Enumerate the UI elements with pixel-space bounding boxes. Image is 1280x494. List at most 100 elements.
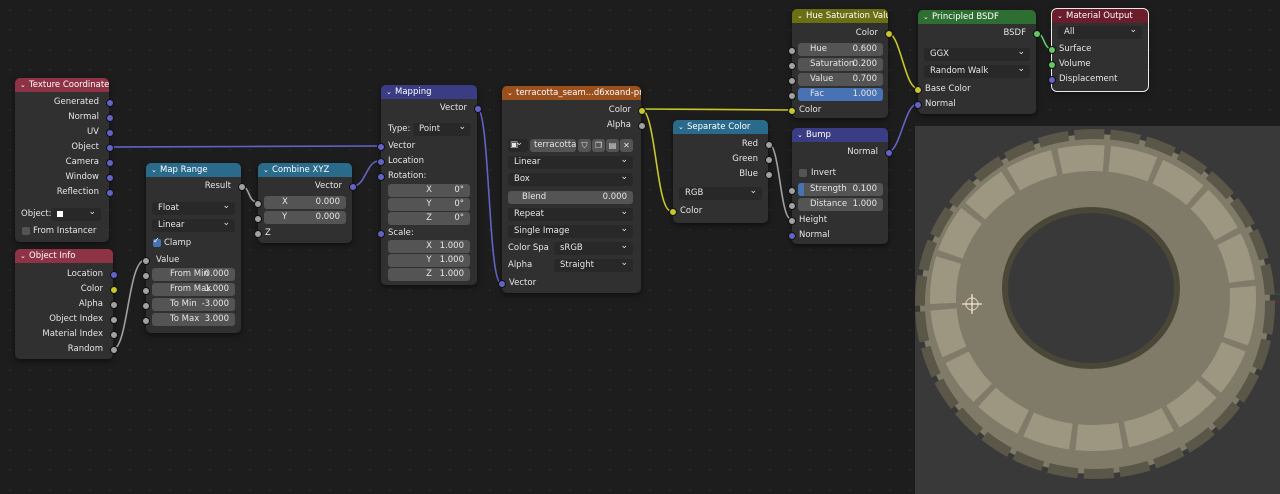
- collapse-chevron-icon[interactable]: ⌄: [20, 249, 29, 263]
- socket-scale[interactable]: [377, 230, 385, 238]
- scale-x-field[interactable]: X 1.000: [388, 240, 470, 253]
- socket-location[interactable]: [377, 158, 385, 166]
- mapping-node[interactable]: ⌄Mapping Vector Type: Point Vector Locat…: [377, 85, 482, 285]
- socket-window[interactable]: [106, 174, 114, 182]
- separate-color-node[interactable]: ⌄Separate Color Red Green Blue RGB Color: [669, 120, 773, 223]
- socket-from-max[interactable]: [142, 287, 150, 295]
- rotation-x-field[interactable]: X 0°: [388, 184, 470, 197]
- clamp-checkbox[interactable]: [153, 236, 161, 247]
- socket-vector-in[interactable]: [377, 143, 385, 151]
- socket-color-in[interactable]: [669, 208, 677, 216]
- from-instancer-checkbox[interactable]: [22, 227, 30, 235]
- texture-coordinate-header[interactable]: ⌄ Texture Coordinate: [15, 78, 109, 92]
- projection-dropdown[interactable]: Box: [508, 173, 633, 186]
- object-info-node[interactable]: ⌄ Object Info Location Color Alpha Object…: [15, 249, 118, 359]
- socket-result[interactable]: [238, 183, 246, 191]
- to-min-field[interactable]: To Min -3.000: [152, 298, 235, 311]
- socket-material-index[interactable]: [110, 331, 118, 339]
- socket-to-max[interactable]: [142, 317, 150, 325]
- subsurface-method-dropdown[interactable]: Random Walk: [924, 65, 1030, 78]
- saturation-field[interactable]: Saturation 0.200: [798, 58, 883, 71]
- socket-object[interactable]: [106, 144, 114, 152]
- socket-hue[interactable]: [788, 47, 796, 55]
- socket-normal-in[interactable]: [788, 232, 796, 240]
- combine-xyz-node[interactable]: ⌄ Combine XYZ Vector X 0.000 Y 0.000 Z: [254, 163, 357, 243]
- fake-user-shield-icon[interactable]: ⛉: [578, 139, 591, 152]
- socket-base-color[interactable]: [914, 86, 922, 94]
- color-space-dropdown[interactable]: sRGB: [554, 242, 633, 255]
- socket-z[interactable]: [254, 230, 262, 238]
- scale-y-field[interactable]: Y 1.000: [388, 254, 470, 267]
- map-range-header[interactable]: ⌄ Map Range: [146, 163, 241, 177]
- socket-bsdf-out[interactable]: [1033, 30, 1041, 38]
- y-field[interactable]: Y 0.000: [264, 211, 346, 224]
- image-texture-header[interactable]: ⌄terracotta_seam...d6xoand-pre.jp: [502, 86, 641, 100]
- socket-alpha-out[interactable]: [638, 122, 646, 130]
- socket-object-index[interactable]: [110, 316, 118, 324]
- data-type-dropdown[interactable]: Float: [152, 202, 235, 215]
- socket-uv[interactable]: [106, 129, 114, 137]
- socket-distance[interactable]: [788, 202, 796, 210]
- socket-color-out[interactable]: [885, 30, 893, 38]
- socket-alpha[interactable]: [110, 301, 118, 309]
- x-field[interactable]: X 0.000: [264, 196, 346, 209]
- close-icon[interactable]: ✕: [620, 139, 633, 152]
- collapse-chevron-icon[interactable]: ⌄: [797, 128, 806, 142]
- collapse-chevron-icon[interactable]: ⌄: [678, 120, 687, 134]
- rotation-y-field[interactable]: Y 0°: [388, 198, 470, 211]
- collapse-chevron-icon[interactable]: ⌄: [20, 78, 29, 92]
- target-dropdown[interactable]: All: [1058, 26, 1142, 39]
- socket-normal-out[interactable]: [885, 149, 893, 157]
- image-browse-dropdown[interactable]: ▣: [508, 139, 528, 152]
- collapse-chevron-icon[interactable]: ⌄: [151, 163, 160, 177]
- viewport-preview[interactable]: [915, 126, 1280, 494]
- separate-color-header[interactable]: ⌄ Separate Color: [673, 120, 768, 134]
- socket-green[interactable]: [765, 156, 773, 164]
- socket-vector-out[interactable]: [349, 183, 357, 191]
- socket-normal[interactable]: [106, 114, 114, 122]
- bump-header[interactable]: ⌄ Bump: [792, 128, 888, 142]
- object-picker[interactable]: [51, 208, 101, 221]
- socket-y[interactable]: [254, 215, 262, 223]
- value-field[interactable]: Value 0.700: [798, 73, 883, 86]
- source-dropdown[interactable]: Single Image: [508, 225, 633, 238]
- combine-xyz-header[interactable]: ⌄ Combine XYZ: [258, 163, 352, 177]
- distance-field[interactable]: Distance 1.000: [798, 198, 883, 211]
- socket-value[interactable]: [142, 257, 150, 265]
- socket-volume[interactable]: [1048, 61, 1056, 69]
- collapse-chevron-icon[interactable]: ⌄: [1057, 9, 1066, 23]
- to-max-field[interactable]: To Max 3.000: [152, 313, 235, 326]
- map-range-node[interactable]: ⌄Map Range Result Float Linear Clamp Val…: [142, 163, 246, 333]
- socket-vector-out[interactable]: [474, 105, 482, 113]
- socket-height[interactable]: [788, 217, 796, 225]
- socket-blue[interactable]: [765, 171, 773, 179]
- socket-from-min[interactable]: [142, 272, 150, 280]
- extension-dropdown[interactable]: Repeat: [508, 208, 633, 221]
- socket-fac[interactable]: [788, 92, 796, 100]
- socket-strength[interactable]: [788, 187, 796, 195]
- folder-icon[interactable]: ▤: [606, 139, 619, 152]
- duplicate-icon[interactable]: ❐: [592, 139, 605, 152]
- hue-saturation-node[interactable]: ⌄ Hue Saturation Value Color Hue 0.600 Sat…: [788, 9, 893, 118]
- from-max-field[interactable]: From Max 1.000: [152, 283, 235, 296]
- socket-surface[interactable]: [1048, 46, 1056, 54]
- collapse-chevron-icon[interactable]: ⌄: [797, 9, 806, 23]
- distribution-dropdown[interactable]: GGX: [924, 48, 1030, 61]
- socket-location[interactable]: [110, 271, 118, 279]
- mode-dropdown[interactable]: RGB: [679, 187, 762, 200]
- image-texture-node[interactable]: ⌄terracotta_seam...d6xoand-pre.jp Color …: [498, 86, 646, 293]
- socket-x[interactable]: [254, 200, 262, 208]
- socket-camera[interactable]: [106, 159, 114, 167]
- principled-bsdf-header[interactable]: ⌄ Principled BSDF: [918, 10, 1036, 24]
- blend-field[interactable]: Blend 0.000: [508, 191, 633, 204]
- strength-field[interactable]: Strength 0.100: [798, 183, 883, 196]
- hue-saturation-header[interactable]: ⌄ Hue Saturation Value: [792, 9, 888, 23]
- invert-checkbox[interactable]: [799, 169, 807, 177]
- socket-rotation[interactable]: [377, 173, 385, 181]
- mapping-header[interactable]: ⌄ Mapping: [381, 85, 477, 99]
- socket-color[interactable]: [110, 286, 118, 294]
- material-output-node[interactable]: ⌄Material Output All Surface Volume Disp…: [1048, 8, 1149, 92]
- fac-field[interactable]: Fac 1.000: [798, 88, 883, 101]
- socket-generated[interactable]: [106, 99, 114, 107]
- collapse-chevron-icon[interactable]: ⌄: [386, 85, 395, 99]
